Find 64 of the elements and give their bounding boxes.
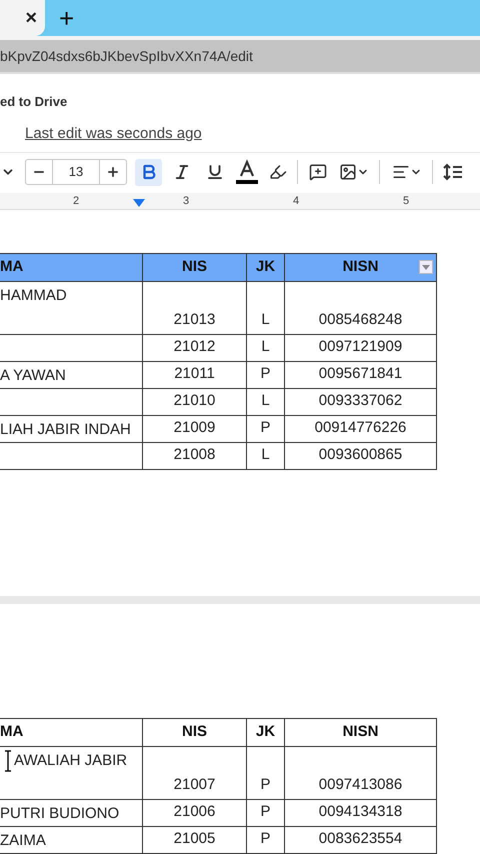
browser-tab[interactable]: × (0, 0, 45, 36)
table-cell: L (247, 335, 285, 362)
table-cell: P (247, 416, 285, 443)
table-cell: 21007 (143, 747, 247, 800)
text-color-icon[interactable] (234, 159, 260, 185)
bold-button[interactable] (135, 158, 162, 186)
close-tab-button[interactable]: × (25, 8, 37, 28)
table-cell-text: LIAH JABIR INDAH (0, 420, 131, 440)
table-cell-text: HAMMAD (0, 286, 67, 306)
table-cell-text: ZAIMA (0, 831, 46, 851)
column-header: JK (247, 254, 285, 282)
last-edit-link[interactable]: Last edit was seconds ago (25, 122, 202, 145)
table-cell-text: AWALIAH JABIR (14, 751, 128, 771)
column-header: NISN (285, 719, 437, 747)
ruler-number: 4 (293, 194, 300, 209)
table-cell: 21013 (143, 282, 247, 335)
ruler-number: 5 (403, 194, 410, 209)
table-cell: P (247, 747, 285, 800)
table-cell: P (247, 800, 285, 827)
filter-icon[interactable] (419, 260, 433, 274)
table-cell: 0083623554 (285, 827, 437, 854)
column-header: MA (0, 719, 143, 747)
align-left-icon (392, 163, 410, 181)
table-cell: 0085468248 (285, 282, 437, 335)
table-cell-text: A YAWAN (0, 366, 66, 386)
image-icon (339, 163, 357, 181)
table-cell: 21010 (143, 389, 247, 416)
table-cell: 0097413086 (285, 747, 437, 800)
underline-icon (206, 163, 224, 181)
table-cell: L (247, 443, 285, 470)
table-cell: 21009 (143, 416, 247, 443)
column-header: NIS (143, 254, 247, 282)
insert-image-button[interactable] (339, 163, 369, 181)
highlighter-icon[interactable] (269, 163, 287, 181)
table-cell: 0094134318 (285, 800, 437, 827)
save-status: ed to Drive (0, 93, 68, 111)
table-cell: 0095671841 (285, 362, 437, 389)
table-cell: 21008 (143, 443, 247, 470)
table-cell: 21011 (143, 362, 247, 389)
table-cell-text: PUTRI BUDIONO (0, 804, 120, 824)
table-cell: P (247, 362, 285, 389)
table-cell: L (247, 282, 285, 335)
address-bar[interactable]: bKpvZ04sdxs6bJKbevSpIbvXXn74A/edit (0, 40, 480, 72)
table-cell: 0093600865 (285, 443, 437, 470)
table-cell: 0093337062 (285, 389, 437, 416)
font-size-field[interactable]: 13 (53, 160, 99, 184)
column-header: JK (247, 719, 285, 747)
table-cell: 0097121909 (285, 335, 437, 362)
column-header: NIS (143, 719, 247, 747)
table-cell: 21005 (143, 827, 247, 854)
table-cell: L (247, 389, 285, 416)
ruler-number: 2 (73, 194, 80, 209)
column-header: NISN (285, 254, 437, 282)
font-size-control[interactable]: 13 (25, 159, 127, 185)
line-spacing-icon[interactable] (443, 162, 463, 182)
table-cell: 21012 (143, 335, 247, 362)
align-button[interactable] (392, 163, 422, 181)
table-cell: 21006 (143, 800, 247, 827)
table-cell: 00914776226 (285, 416, 437, 443)
column-header: MA (0, 254, 143, 282)
ruler-number: 3 (183, 194, 190, 209)
new-tab-button[interactable]: + (59, 0, 74, 36)
table-cell: P (247, 827, 285, 854)
comment-icon[interactable] (309, 163, 327, 181)
